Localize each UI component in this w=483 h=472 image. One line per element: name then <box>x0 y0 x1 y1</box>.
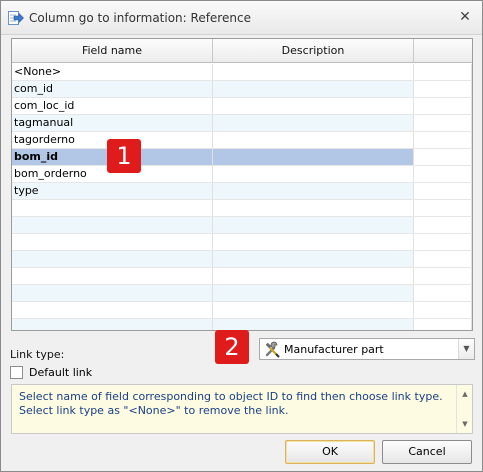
description-cell[interactable] <box>213 81 414 97</box>
description-cell[interactable] <box>213 217 414 233</box>
empty-cell <box>414 251 472 267</box>
description-cell[interactable] <box>213 166 414 182</box>
table-row[interactable]: type <box>12 183 472 200</box>
table-row[interactable] <box>12 285 472 302</box>
empty-cell <box>414 217 472 233</box>
dialog-window: Column go to information: Reference ✕ Fi… <box>0 0 483 472</box>
description-cell[interactable] <box>213 183 414 199</box>
description-cell[interactable] <box>213 132 414 148</box>
description-cell[interactable] <box>213 285 414 301</box>
grid-header: Field name Description <box>12 39 472 63</box>
link-type-dropdown[interactable]: Manufacturer part ▼ <box>259 338 475 360</box>
field-name-cell[interactable]: com_id <box>12 81 213 97</box>
column-header-field-name[interactable]: Field name <box>12 39 213 63</box>
empty-cell <box>414 132 472 148</box>
field-name-cell[interactable] <box>12 200 213 216</box>
hint-box: Select name of field corresponding to ob… <box>11 384 473 434</box>
field-name-cell[interactable] <box>12 268 213 284</box>
table-row[interactable]: bom_id <box>12 149 472 166</box>
description-cell[interactable] <box>213 149 414 165</box>
table-row[interactable] <box>12 302 472 319</box>
empty-cell <box>414 319 472 330</box>
field-name-cell[interactable]: type <box>12 183 213 199</box>
description-cell[interactable] <box>213 302 414 318</box>
callout-badge-1: 1 <box>107 139 141 173</box>
grid-rows: <None> com_id com_loc_id tagmanual tagordern… <box>12 64 472 330</box>
field-name-cell[interactable] <box>12 319 213 330</box>
description-cell[interactable] <box>213 234 414 250</box>
empty-cell <box>414 200 472 216</box>
dialog-title: Column go to information: Reference <box>29 11 251 25</box>
empty-cell <box>414 285 472 301</box>
empty-cell <box>414 166 472 182</box>
tools-icon <box>264 341 281 358</box>
close-icon[interactable]: ✕ <box>457 9 473 25</box>
cancel-button[interactable]: Cancel <box>382 440 472 464</box>
column-header-empty <box>414 39 472 63</box>
description-cell[interactable] <box>213 200 414 216</box>
field-name-cell[interactable] <box>12 217 213 233</box>
ok-button[interactable]: OK <box>285 440 375 464</box>
empty-cell <box>414 149 472 165</box>
title-bar[interactable]: Column go to information: Reference ✕ <box>1 1 482 35</box>
field-name-cell[interactable] <box>12 302 213 318</box>
table-row[interactable]: bom_orderno <box>12 166 472 183</box>
table-row[interactable] <box>12 217 472 234</box>
empty-cell <box>414 98 472 114</box>
goto-arrow-icon <box>8 11 24 25</box>
table-row[interactable]: tagmanual <box>12 115 472 132</box>
empty-cell <box>414 268 472 284</box>
default-link-checkbox[interactable] <box>10 366 23 379</box>
empty-cell <box>414 64 472 80</box>
field-grid[interactable]: Field name Description <None> com_id com_l… <box>11 38 473 331</box>
empty-cell <box>414 302 472 318</box>
field-name-cell[interactable] <box>12 285 213 301</box>
hint-text: Select name of field corresponding to ob… <box>19 390 443 417</box>
link-type-label: Link type: <box>10 348 65 361</box>
empty-cell <box>414 234 472 250</box>
field-name-cell[interactable]: com_loc_id <box>12 98 213 114</box>
scroll-up-icon[interactable]: ▲ <box>457 387 473 401</box>
empty-cell <box>414 115 472 131</box>
chevron-down-icon[interactable]: ▼ <box>458 339 474 359</box>
field-name-cell[interactable]: <None> <box>12 64 213 80</box>
field-name-cell[interactable] <box>12 251 213 267</box>
description-cell[interactable] <box>213 64 414 80</box>
table-row[interactable]: tagorderno <box>12 132 472 149</box>
table-row[interactable]: com_loc_id <box>12 98 472 115</box>
empty-cell <box>414 81 472 97</box>
description-cell[interactable] <box>213 251 414 267</box>
field-name-cell[interactable]: tagmanual <box>12 115 213 131</box>
field-name-cell[interactable] <box>12 234 213 250</box>
default-link-label[interactable]: Default link <box>29 366 92 379</box>
description-cell[interactable] <box>213 98 414 114</box>
description-cell[interactable] <box>213 115 414 131</box>
scroll-down-icon[interactable]: ▼ <box>457 417 473 431</box>
column-header-description[interactable]: Description <box>213 39 414 63</box>
callout-badge-2: 2 <box>215 330 249 364</box>
link-type-value: Manufacturer part <box>284 343 384 356</box>
table-row[interactable] <box>12 268 472 285</box>
table-row[interactable] <box>12 234 472 251</box>
table-row[interactable]: <None> <box>12 64 472 81</box>
hint-scrollbar[interactable]: ▲ ▼ <box>456 385 472 433</box>
table-row[interactable]: com_id <box>12 81 472 98</box>
empty-cell <box>414 183 472 199</box>
table-row[interactable] <box>12 200 472 217</box>
description-cell[interactable] <box>213 268 414 284</box>
table-row[interactable] <box>12 251 472 268</box>
